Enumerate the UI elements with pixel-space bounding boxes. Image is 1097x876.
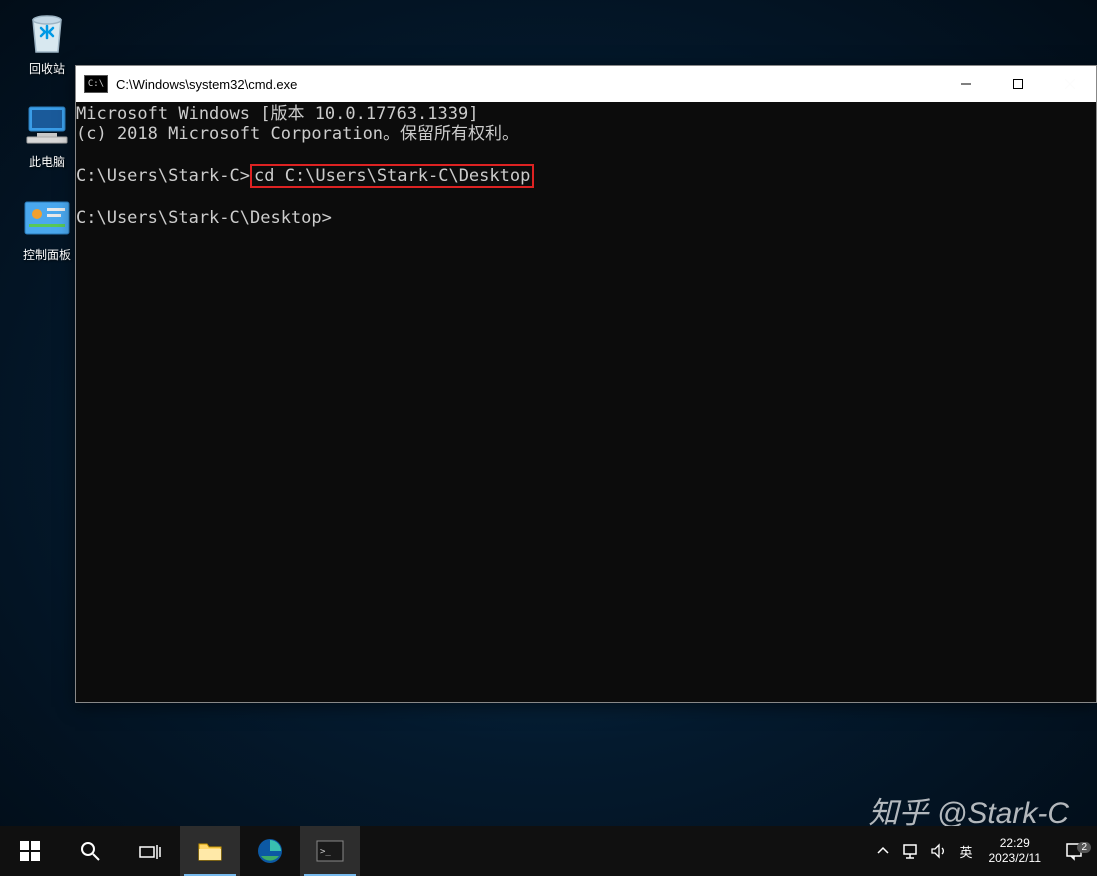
task-view-button[interactable] bbox=[120, 826, 180, 876]
taskbar-app-edge[interactable] bbox=[240, 826, 300, 876]
cmd-blank-line bbox=[76, 188, 1096, 208]
tray-overflow-button[interactable] bbox=[869, 826, 897, 876]
close-button[interactable] bbox=[1044, 66, 1096, 102]
taskbar-right: 英 22:29 2023/2/11 2 bbox=[869, 826, 1097, 876]
cmd-titlebar[interactable]: C:\ C:\Windows\system32\cmd.exe bbox=[76, 66, 1096, 102]
cmd-input-text: cd C:\Users\Stark-C\Desktop bbox=[254, 166, 530, 186]
cmd-prompt: C:\Users\Stark-C> bbox=[76, 166, 250, 186]
desktop-icon-label: 回收站 bbox=[29, 60, 65, 77]
search-icon bbox=[79, 840, 101, 862]
speaker-icon bbox=[930, 843, 948, 859]
cmd-prompt-line-2: C:\Users\Stark-C\Desktop> bbox=[76, 208, 1096, 228]
recycle-bin-icon bbox=[23, 8, 71, 56]
windows-logo-icon bbox=[20, 841, 40, 861]
highlighted-command: cd C:\Users\Stark-C\Desktop bbox=[250, 164, 534, 188]
cmd-terminal-body[interactable]: Microsoft Windows [版本 10.0.17763.1339] (… bbox=[76, 102, 1096, 702]
control-panel-icon bbox=[23, 194, 71, 242]
task-view-icon bbox=[139, 841, 161, 861]
cmd-prompt-line-1: C:\Users\Stark-C>cd C:\Users\Stark-C\Des… bbox=[76, 164, 1096, 188]
notification-badge: 2 bbox=[1077, 842, 1091, 853]
network-icon bbox=[902, 843, 920, 859]
start-button[interactable] bbox=[0, 826, 60, 876]
tray-clock[interactable]: 22:29 2023/2/11 bbox=[979, 836, 1052, 866]
tray-network-button[interactable] bbox=[897, 826, 925, 876]
this-pc-icon bbox=[23, 101, 71, 149]
taskbar: >_ 英 22:29 2023/2/11 bbox=[0, 826, 1097, 876]
tray-time: 22:29 bbox=[1000, 836, 1030, 851]
chevron-up-icon bbox=[877, 845, 889, 857]
cmd-icon: >_ bbox=[316, 840, 344, 862]
cmd-title: C:\Windows\system32\cmd.exe bbox=[116, 77, 940, 92]
desktop-icon-label: 此电脑 bbox=[29, 153, 65, 170]
close-icon bbox=[1064, 78, 1076, 90]
tray-volume-button[interactable] bbox=[925, 826, 953, 876]
cmd-version-line: Microsoft Windows [版本 10.0.17763.1339] bbox=[76, 104, 1096, 124]
edge-icon bbox=[257, 838, 283, 864]
minimize-icon bbox=[960, 78, 972, 90]
svg-text:>_: >_ bbox=[320, 847, 331, 857]
cmd-app-icon: C:\ bbox=[84, 75, 108, 93]
maximize-button[interactable] bbox=[992, 66, 1044, 102]
cmd-blank-line bbox=[76, 144, 1096, 164]
minimize-button[interactable] bbox=[940, 66, 992, 102]
cmd-copyright-line: (c) 2018 Microsoft Corporation。保留所有权利。 bbox=[76, 124, 1096, 144]
maximize-icon bbox=[1012, 78, 1024, 90]
cmd-prompt: C:\Users\Stark-C\Desktop> bbox=[76, 208, 332, 228]
taskbar-app-cmd[interactable]: >_ bbox=[300, 826, 360, 876]
taskbar-app-file-explorer[interactable] bbox=[180, 826, 240, 876]
taskbar-left: >_ bbox=[0, 826, 360, 876]
cmd-window: C:\ C:\Windows\system32\cmd.exe Microsof… bbox=[75, 65, 1097, 703]
folder-icon bbox=[197, 840, 223, 862]
desktop-icon-label: 控制面板 bbox=[23, 246, 71, 263]
search-button[interactable] bbox=[60, 826, 120, 876]
tray-date: 2023/2/11 bbox=[989, 851, 1042, 866]
taskbar-spacer bbox=[360, 826, 869, 876]
window-controls bbox=[940, 66, 1096, 102]
tray-notifications-button[interactable]: 2 bbox=[1051, 841, 1097, 861]
tray-ime-button[interactable]: 英 bbox=[953, 842, 978, 861]
